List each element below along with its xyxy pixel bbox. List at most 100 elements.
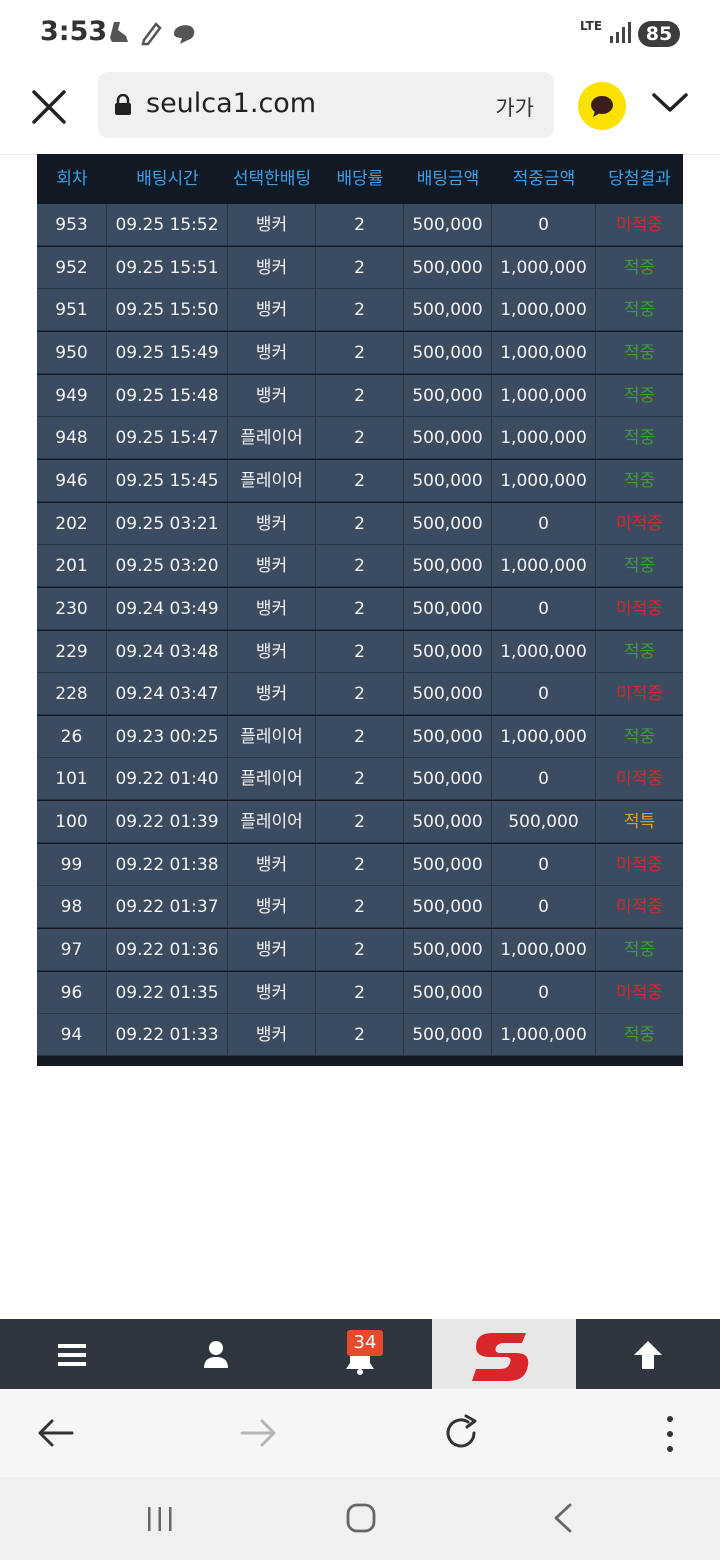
cell-round: 948	[37, 417, 107, 460]
cell-selected-bet: 뱅커	[228, 886, 316, 929]
cell-round: 201	[37, 545, 107, 588]
running-shoe-icon	[110, 22, 128, 42]
cell-win-amount: 1,000,000	[492, 715, 596, 758]
cell-win-amount: 0	[492, 502, 596, 545]
cell-round: 953	[37, 204, 107, 246]
cell-bet-time: 09.25 15:51	[107, 246, 228, 289]
cell-round: 94	[37, 1014, 107, 1057]
cell-result: 적중	[623, 641, 656, 662]
cell-result: 적중	[623, 556, 656, 577]
cell-odds: 2	[316, 289, 404, 332]
table-row: 202 09.25 03:21 뱅커 2 500,000 0 미적중	[37, 502, 683, 545]
chevron-down-icon[interactable]	[650, 90, 690, 116]
table-row: 101 09.22 01:40 플레이어 2 500,000 0 미적중	[37, 758, 683, 801]
header-win-amount: 적중금액	[512, 169, 576, 189]
header-bet-amount: 배팅금액	[416, 169, 480, 189]
cell-bet-amount: 500,000	[404, 587, 492, 630]
cell-bet-time: 09.25 15:48	[107, 374, 228, 417]
cell-odds: 2	[316, 331, 404, 374]
table-row: 98 09.22 01:37 뱅커 2 500,000 0 미적중	[37, 886, 683, 929]
cell-win-amount: 1,000,000	[492, 417, 596, 460]
cell-result: 적중	[623, 1025, 656, 1046]
cell-round: 952	[37, 246, 107, 289]
cell-odds: 2	[316, 673, 404, 716]
cell-win-amount: 1,000,000	[492, 545, 596, 588]
cell-win-amount: 0	[492, 758, 596, 801]
cell-round: 202	[37, 502, 107, 545]
cell-bet-amount: 500,000	[404, 459, 492, 502]
cell-bet-amount: 500,000	[404, 246, 492, 289]
table-header: 회차 배팅시간 선택한배팅 배당률 배팅금액 적중금액 당첨결과	[37, 154, 683, 204]
cell-result: 미적중	[616, 897, 663, 918]
cell-selected-bet: 뱅커	[228, 929, 316, 972]
url-text: seulca1.com	[146, 88, 317, 119]
cell-bet-amount: 500,000	[404, 630, 492, 673]
cell-bet-amount: 500,000	[404, 417, 492, 460]
cell-bet-amount: 500,000	[404, 331, 492, 374]
cell-win-amount: 0	[492, 843, 596, 886]
cell-bet-amount: 500,000	[404, 289, 492, 332]
home-icon[interactable]	[344, 1501, 378, 1535]
menu-button[interactable]	[0, 1319, 144, 1389]
system-navigation-bar	[0, 1477, 720, 1560]
cell-selected-bet: 플레이어	[228, 715, 316, 758]
header-round: 회차	[56, 169, 88, 189]
cell-bet-time: 09.25 03:21	[107, 502, 228, 545]
cell-result: 미적중	[616, 598, 663, 619]
site-logo-button[interactable]	[432, 1319, 576, 1389]
cell-selected-bet: 뱅커	[228, 843, 316, 886]
table-row: 228 09.24 03:47 뱅커 2 500,000 0 미적중	[37, 673, 683, 716]
cell-result: 적중	[623, 470, 656, 491]
cell-selected-bet: 뱅커	[228, 502, 316, 545]
cell-odds: 2	[316, 246, 404, 289]
more-options-icon[interactable]	[660, 1415, 680, 1453]
cell-result: 적중	[623, 726, 656, 747]
profile-button[interactable]	[144, 1319, 288, 1389]
table-row: 201 09.25 03:20 뱅커 2 500,000 1,000,000 적중	[37, 545, 683, 588]
table-row: 950 09.25 15:49 뱅커 2 500,000 1,000,000 적중	[37, 331, 683, 374]
cell-win-amount: 1,000,000	[492, 630, 596, 673]
cell-odds: 2	[316, 417, 404, 460]
refresh-icon[interactable]	[442, 1413, 482, 1453]
cell-win-amount: 0	[492, 587, 596, 630]
forward-arrow-icon[interactable]	[238, 1415, 278, 1451]
cell-bet-time: 09.22 01:35	[107, 971, 228, 1014]
cell-result: 미적중	[616, 854, 663, 875]
cell-selected-bet: 뱅커	[228, 587, 316, 630]
cell-win-amount: 500,000	[492, 801, 596, 844]
close-icon[interactable]	[30, 88, 68, 126]
cell-win-amount: 1,000,000	[492, 331, 596, 374]
cell-selected-bet: 플레이어	[228, 801, 316, 844]
cell-bet-time: 09.25 15:47	[107, 417, 228, 460]
cell-win-amount: 1,000,000	[492, 929, 596, 972]
cell-round: 98	[37, 886, 107, 929]
cell-odds: 2	[316, 971, 404, 1014]
table-row: 948 09.25 15:47 플레이어 2 500,000 1,000,000 적중	[37, 417, 683, 460]
cell-bet-amount: 500,000	[404, 374, 492, 417]
cell-bet-time: 09.22 01:37	[107, 886, 228, 929]
cell-round: 97	[37, 929, 107, 972]
menu-icon	[58, 1344, 86, 1366]
lock-icon	[115, 94, 131, 115]
pencil-icon	[141, 22, 162, 46]
signal-icon	[610, 22, 631, 43]
cell-selected-bet: 플레이어	[228, 417, 316, 460]
cell-selected-bet: 뱅커	[228, 246, 316, 289]
cell-bet-amount: 500,000	[404, 929, 492, 972]
kakao-chat-button[interactable]	[578, 82, 626, 130]
cell-bet-amount: 500,000	[404, 715, 492, 758]
cell-bet-time: 09.24 03:48	[107, 630, 228, 673]
recent-apps-icon[interactable]	[144, 1505, 176, 1533]
table-row: 951 09.25 15:50 뱅커 2 500,000 1,000,000 적중	[37, 289, 683, 332]
cell-odds: 2	[316, 630, 404, 673]
table-row: 94 09.22 01:33 뱅커 2 500,000 1,000,000 적중	[37, 1014, 683, 1057]
table-row: 230 09.24 03:49 뱅커 2 500,000 0 미적중	[37, 587, 683, 630]
scroll-top-button[interactable]	[576, 1319, 720, 1389]
notification-count-badge: 34	[347, 1330, 383, 1356]
text-size-button[interactable]: 가가	[495, 92, 534, 122]
back-arrow-icon[interactable]	[36, 1415, 76, 1451]
url-field[interactable]: seulca1.com 가가	[98, 72, 554, 138]
browser-url-bar: seulca1.com 가가	[0, 70, 720, 155]
table-row: 100 09.22 01:39 플레이어 2 500,000 500,000 적특	[37, 801, 683, 844]
system-back-icon[interactable]	[550, 1501, 576, 1535]
